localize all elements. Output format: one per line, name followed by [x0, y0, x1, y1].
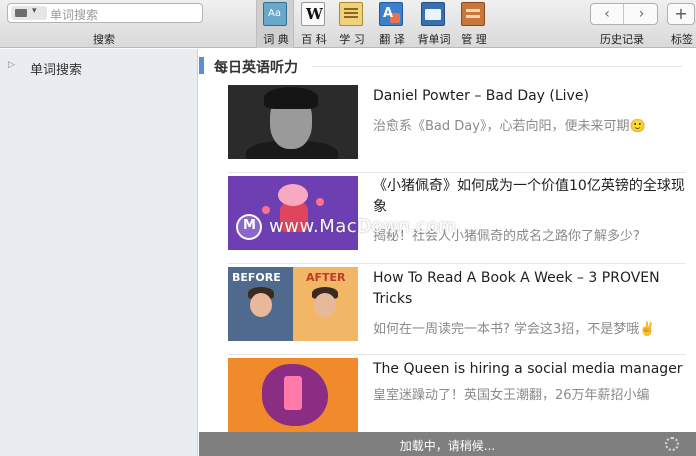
vocabulary-icon [421, 2, 445, 26]
tool-label: 翻 译 [379, 33, 405, 46]
tool-dictionary[interactable]: 词 典 [256, 0, 294, 48]
thumb-shape [278, 184, 308, 206]
thumb-shape [316, 198, 324, 206]
back-button[interactable]: ‹ [591, 4, 624, 24]
tool-label: 词 典 [263, 33, 289, 46]
divider [228, 263, 686, 264]
article-item[interactable]: BEFORE AFTER How To Read A Book A Week –… [228, 267, 688, 355]
sidebar-item-label: 单词搜索 [30, 63, 83, 78]
scope-icon [15, 9, 27, 17]
history-label: 历史记录 [600, 33, 644, 46]
search-scope-button[interactable]: ▾ [11, 6, 47, 20]
article-thumbnail[interactable] [228, 358, 358, 432]
thumb-shape [314, 293, 336, 317]
tool-translate[interactable]: 翻 译 [373, 0, 411, 48]
study-icon [339, 2, 363, 26]
chevron-down-icon: ▾ [32, 6, 37, 16]
main-content: 每日英语听力 Daniel Powter – Bad Day (Live) 治愈… [199, 49, 696, 432]
sidebar: ▷ 单词搜索 [0, 49, 198, 456]
article-thumbnail[interactable]: BEFORE AFTER [228, 267, 358, 341]
search-label: 搜索 [93, 33, 115, 46]
forward-button[interactable]: › [625, 4, 658, 24]
loading-text: 加载中，请稍候... [399, 439, 496, 453]
article-subtitle: 皇室迷躁动了！英国女王潮翻，26万年薪招小编 [373, 388, 650, 403]
tool-label: 学 习 [339, 33, 365, 46]
tool-vocabulary[interactable]: 背单词 [415, 0, 453, 48]
sidebar-item-word-search[interactable]: ▷ 单词搜索 [0, 57, 198, 78]
watermark-text: www.MacDown.com [269, 216, 457, 237]
tool-label: 管 理 [461, 33, 487, 46]
watermark-logo-icon [236, 214, 262, 240]
tool-label: 背单词 [417, 33, 451, 46]
thumb-tag: BEFORE [232, 271, 281, 284]
section-accent-bar [199, 57, 204, 74]
thumb-shape [262, 206, 270, 214]
article-title[interactable]: The Queen is hiring a social media manag… [373, 359, 688, 380]
tool-manage[interactable]: 管 理 [455, 0, 493, 48]
divider [228, 354, 686, 355]
tool-study[interactable]: 学 习 [333, 0, 371, 48]
translate-icon [379, 2, 403, 26]
article-item[interactable]: Daniel Powter – Bad Day (Live) 治愈系《Bad D… [228, 85, 688, 173]
add-bookmark-button[interactable]: + [667, 3, 695, 25]
article-title[interactable]: How To Read A Book A Week – 3 PROVEN Tri… [373, 268, 688, 310]
article-title[interactable]: Daniel Powter – Bad Day (Live) [373, 86, 688, 107]
tool-encyclopedia[interactable]: 百 科 [295, 0, 333, 48]
article-subtitle: 如何在一周读完一本书? 学会这3招，不是梦哦✌️ [373, 322, 656, 337]
thumb-shape [250, 293, 272, 317]
thumb-tag: AFTER [306, 271, 346, 284]
thumb-shape [264, 87, 318, 109]
wikipedia-icon [301, 2, 325, 26]
search-input[interactable]: ▾ 单词搜索 [7, 3, 203, 23]
tool-label: 百 科 [301, 33, 327, 46]
manage-icon [461, 2, 485, 26]
article-subtitle: 治愈系《Bad Day》，心若向阳，便未来可期🙂 [373, 119, 646, 134]
section-divider [312, 66, 682, 67]
article-thumbnail[interactable] [228, 85, 358, 159]
dictionary-icon [263, 2, 287, 26]
article-title[interactable]: 《小猪佩奇》如何成为一个价值10亿英镑的全球现象 [373, 176, 688, 218]
thumb-shape [284, 376, 302, 410]
search-placeholder: 单词搜索 [50, 8, 99, 22]
section-title: 每日英语听力 [214, 60, 298, 76]
toolbar: ▾ 单词搜索 搜索 词 典 百 科 学 习 翻 译 背单词 管 理 ‹ › 历史… [0, 0, 696, 48]
divider [228, 172, 686, 173]
spinner-icon [665, 437, 679, 451]
disclosure-triangle-icon[interactable]: ▷ [8, 60, 15, 70]
bookmark-label: 标签 [671, 33, 693, 46]
loading-status-bar: 加载中，请稍候... [199, 432, 696, 456]
history-nav: ‹ › [590, 3, 658, 25]
